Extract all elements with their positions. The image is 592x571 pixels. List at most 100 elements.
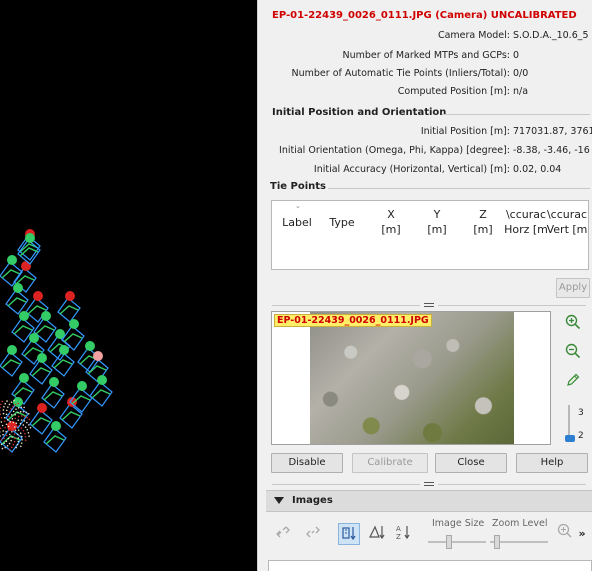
point-cloud-dot [17,415,20,418]
auto-tie-points-value: 0/0 [513,68,529,79]
point-cloud-dot [19,410,22,413]
point-cloud-dot [12,405,14,408]
marker-size-slider-track[interactable] [568,405,570,439]
point-cloud-dot [22,424,25,426]
point-cloud-dot [16,443,19,446]
initial-section-title: Initial Position and Orientation [272,107,447,118]
point-cloud-dot [24,426,27,428]
images-section-header[interactable]: Images [266,490,592,512]
apply-button[interactable]: Apply [556,278,590,298]
point-cloud-dot [23,415,26,418]
more-tools-button[interactable]: » [574,523,590,545]
camera-marker[interactable] [29,353,53,385]
point-cloud-dot [14,403,17,406]
sort-indicator-icon: ⌄ [295,202,301,210]
zoom-in-icon[interactable] [564,314,582,332]
point-cloud-dot [5,434,8,437]
point-cloud-dot [6,445,9,447]
col-header-accuracy-horz[interactable]: \ccurac Horz [m [504,207,548,237]
preview-splitter[interactable] [266,301,592,309]
camera-marker[interactable] [29,403,53,435]
point-cloud-dot [2,433,4,436]
col-header-y[interactable]: Y [m] [422,207,452,237]
point-cloud-dot [23,420,26,422]
images-list[interactable] [268,560,592,571]
camera-scene[interactable] [0,0,257,571]
point-cloud-dot [10,407,12,410]
slider-tick-label: 2 [578,431,584,441]
point-cloud-dot [13,399,15,402]
unlink-icon[interactable] [302,523,324,545]
zoom-out-icon[interactable] [564,343,582,361]
help-button[interactable]: Help [516,453,588,473]
computed-position-label: Computed Position [m]: [397,86,510,97]
point-cloud-dot [3,416,6,419]
point-cloud-dot [28,435,30,437]
point-cloud-dot [23,406,25,409]
camera-properties-panel: EP-01-22439_0026_0111.JPG (Camera) UNCAL… [266,0,592,571]
col-header-z[interactable]: Z [m] [468,207,498,237]
camera-model-label: Camera Model: [437,30,510,41]
camera-marker[interactable] [51,345,75,377]
point-cloud-dot [24,432,26,435]
camera-marker[interactable] [5,283,29,315]
slider-tick-label: 3 [578,408,584,418]
zoom-level-label: Zoom Level [492,518,548,529]
point-cloud-dot [7,437,10,440]
initial-accuracy-label: Initial Accuracy (Horizontal, Vertical) … [313,164,510,175]
point-cloud-dot [1,447,4,450]
col-header-type[interactable]: Type [324,215,360,230]
collapse-triangle-icon[interactable] [274,497,284,504]
col-header-accuracy-vert[interactable]: \ccurac Vert [m [546,207,588,237]
point-cloud-dot [0,427,2,430]
point-cloud-dot [29,426,32,429]
point-cloud-dot [8,433,11,436]
initial-orientation-value: -8.38, -3.46, -16 [513,145,590,156]
point-cloud-dot [17,419,20,421]
link-icon[interactable] [272,523,294,545]
images-splitter[interactable] [266,480,592,488]
sort-by-angle-icon[interactable] [366,523,388,545]
point-cloud-dot [3,437,5,440]
point-cloud-dot [0,416,3,419]
point-cloud-dot [9,424,11,426]
point-cloud-dot [7,425,10,428]
calibrate-button[interactable]: Calibrate [352,453,428,473]
point-cloud-dot [26,421,28,424]
tie-points-table[interactable]: ⌄ Label Type X [m] Y [m] Z [m] \ccurac H… [271,200,589,270]
disable-button[interactable]: Disable [271,453,343,473]
marker-size-slider-handle[interactable] [565,435,575,442]
computed-position-row: Computed Position [m]: [266,86,510,100]
point-cloud-dot [20,406,23,409]
close-button[interactable]: Close [435,453,507,473]
zoom-in-icon[interactable] [554,523,576,545]
image-size-slider-thumb[interactable] [446,535,452,549]
point-cloud-dot [8,442,11,445]
image-preview[interactable]: EP-01-22439_0026_0111.JPG [271,311,551,445]
point-cloud-dot [2,409,5,411]
col-header-x[interactable]: X [m] [376,207,406,237]
3d-viewport[interactable] [0,0,257,571]
point-cloud-dot [7,406,9,408]
zoom-level-slider-thumb[interactable] [494,535,500,549]
camera-marker[interactable] [0,345,23,377]
camera-marker[interactable] [41,377,65,409]
camera-marker[interactable] [59,397,83,429]
point-cloud-dot [22,429,25,432]
point-cloud-dot [19,422,22,425]
camera-marker[interactable] [89,375,113,407]
sort-alphabetical-icon[interactable]: AZ [392,523,414,545]
vertical-splitter[interactable] [257,0,266,571]
col-header-label[interactable]: Label [278,215,316,230]
pencil-icon[interactable] [564,372,582,390]
point-cloud-dot [2,430,4,432]
image-size-slider[interactable] [428,541,486,543]
point-cloud-dot [5,430,8,433]
point-cloud-dot [13,426,16,428]
aerial-photo[interactable] [310,312,514,444]
point-cloud-dot [21,439,23,441]
point-cloud-dot [11,417,14,420]
camera-marker[interactable] [57,291,81,323]
sort-by-tie-points-icon[interactable] [338,523,360,545]
camera-title: EP-01-22439_0026_0111.JPG (Camera) UNCAL… [272,10,577,21]
